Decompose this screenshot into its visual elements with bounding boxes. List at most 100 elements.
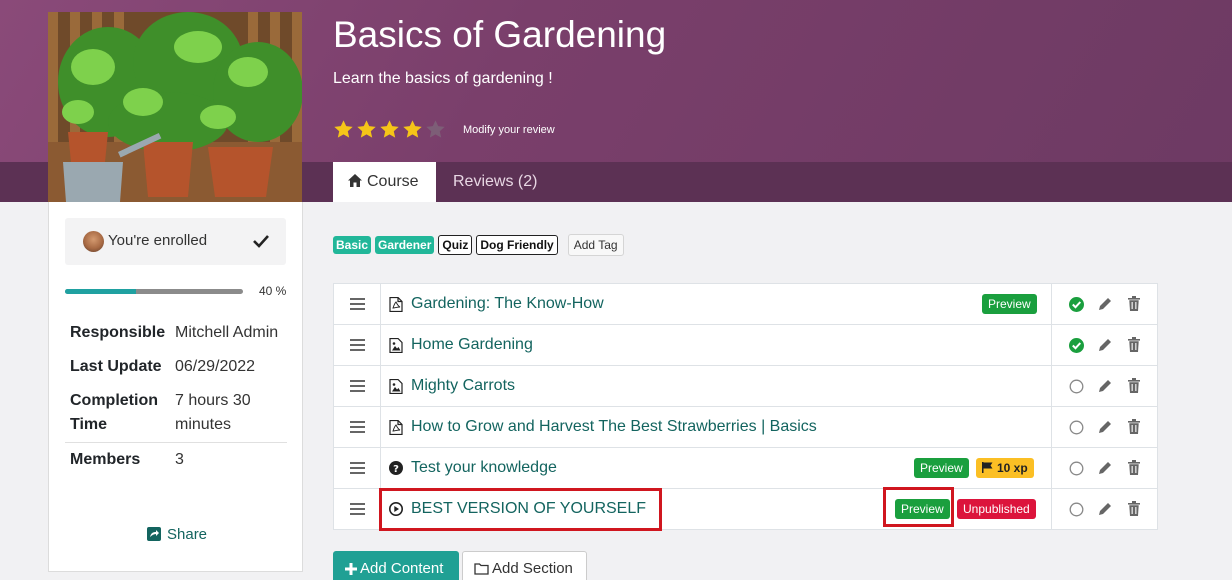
content-actions [1051, 366, 1158, 406]
info-row-responsible: Responsible Mitchell Admin [65, 316, 287, 350]
delete-trash-icon[interactable] [1128, 296, 1140, 311]
edit-pencil-icon[interactable] [1098, 297, 1112, 311]
modify-review-link[interactable]: Modify your review [463, 124, 555, 136]
plus-icon [345, 563, 357, 575]
course-cover-image [48, 12, 302, 202]
add-content-button[interactable]: Add Content [333, 551, 459, 580]
content-link[interactable]: How to Grow and Harvest The Best Strawbe… [411, 418, 817, 436]
drag-handle[interactable] [334, 448, 381, 488]
tab-reviews[interactable]: Reviews (2) [453, 162, 537, 202]
tag-badge[interactable]: Quiz [438, 235, 473, 255]
question-icon: ? [389, 461, 403, 476]
content-actions [1051, 407, 1158, 447]
add-tag-button[interactable]: Add Tag [567, 234, 624, 256]
tag-badge[interactable]: Dog Friendly [476, 235, 558, 255]
drag-handle-icon [350, 503, 365, 515]
info-row-members: Members 3 [65, 443, 287, 477]
enrolled-text: You're enrolled [108, 232, 208, 249]
info-value: 3 [175, 451, 184, 468]
tag-badge[interactable]: Gardener [375, 236, 435, 254]
content-link[interactable]: Home Gardening [411, 336, 533, 354]
tab-course-label: Course [367, 173, 419, 190]
incomplete-circle-icon[interactable] [1069, 461, 1084, 476]
info-label: Members [70, 451, 141, 468]
content-actions [1051, 325, 1158, 365]
progress-bar [65, 289, 243, 294]
svg-text:?: ? [393, 464, 399, 475]
folder-icon [474, 563, 489, 575]
info-row-last-update: Last Update 06/29/2022 [65, 350, 287, 384]
star-filled-icon[interactable] [402, 119, 423, 140]
content-row: Mighty Carrots [334, 366, 1157, 407]
course-info-table: Responsible Mitchell Admin Last Update 0… [65, 316, 287, 477]
incomplete-circle-icon[interactable] [1069, 379, 1084, 394]
content-row: How to Grow and Harvest The Best Strawbe… [334, 407, 1157, 448]
preview-badge: Preview [914, 458, 969, 478]
tab-course[interactable]: Course [333, 162, 436, 202]
content-row: ? Test your knowledge 10 xp Preview [334, 448, 1157, 489]
pdf-icon [389, 296, 403, 313]
highlight-box-title [379, 488, 662, 531]
edit-pencil-icon[interactable] [1098, 502, 1112, 516]
progress-text: 40 % [259, 284, 287, 298]
share-icon [147, 527, 161, 541]
xp-badge: 10 xp [976, 458, 1034, 478]
check-icon [253, 235, 269, 248]
edit-pencil-icon[interactable] [1098, 379, 1112, 393]
star-filled-icon[interactable] [379, 119, 400, 140]
content-actions [1051, 284, 1158, 324]
content-link[interactable]: Mighty Carrots [411, 377, 515, 395]
star-filled-icon[interactable] [356, 119, 377, 140]
content-link[interactable]: Test your knowledge [411, 459, 557, 477]
drag-handle-icon [350, 298, 365, 310]
info-value: 06/29/2022 [175, 358, 256, 375]
content-row: Gardening: The Know-How Preview [334, 284, 1157, 325]
drag-handle[interactable] [334, 284, 381, 324]
preview-badge: Preview [982, 294, 1037, 314]
drag-handle[interactable] [334, 489, 381, 529]
add-content-label: Add Content [360, 560, 444, 577]
content-link[interactable]: Gardening: The Know-How [411, 295, 604, 313]
delete-trash-icon[interactable] [1128, 501, 1140, 516]
badge-label: 10 xp [997, 461, 1028, 475]
image-icon [389, 337, 403, 354]
tag-badge[interactable]: Basic [333, 236, 372, 254]
edit-pencil-icon[interactable] [1098, 338, 1112, 352]
unpublished-badge: Unpublished [957, 499, 1036, 519]
delete-trash-icon[interactable] [1128, 337, 1140, 352]
drag-handle-icon [350, 462, 365, 474]
star-empty-icon[interactable] [425, 119, 446, 140]
flag-icon [982, 462, 993, 473]
home-icon [348, 174, 362, 187]
delete-trash-icon[interactable] [1128, 460, 1140, 475]
course-sidebar: You're enrolled 40 % Responsible Mitchel… [48, 202, 303, 572]
drag-handle[interactable] [334, 325, 381, 365]
drag-handle[interactable] [334, 407, 381, 447]
incomplete-circle-icon[interactable] [1069, 502, 1084, 517]
star-filled-icon[interactable] [333, 119, 354, 140]
badge-label: Unpublished [963, 502, 1030, 516]
completed-check-icon[interactable] [1069, 338, 1084, 353]
content-actions [1051, 489, 1158, 529]
image-icon [389, 378, 403, 395]
info-label: Responsible [70, 324, 166, 341]
drag-handle-icon [350, 421, 365, 433]
info-label: Completion Time [70, 392, 158, 433]
completed-check-icon[interactable] [1069, 297, 1084, 312]
badge-label: Preview [920, 461, 963, 475]
info-row-completion-time: Completion Time 7 hours 30 minutes [65, 384, 287, 443]
drag-handle[interactable] [334, 366, 381, 406]
course-title: Basics of Gardening [333, 14, 667, 55]
add-section-button[interactable]: Add Section [462, 551, 587, 580]
edit-pencil-icon[interactable] [1098, 420, 1112, 434]
delete-trash-icon[interactable] [1128, 419, 1140, 434]
share-button[interactable]: Share [147, 526, 207, 543]
rating-stars[interactable] [333, 119, 446, 140]
edit-pencil-icon[interactable] [1098, 461, 1112, 475]
avatar [83, 231, 104, 252]
enrolled-banner: You're enrolled [65, 218, 286, 265]
incomplete-circle-icon[interactable] [1069, 420, 1084, 435]
delete-trash-icon[interactable] [1128, 378, 1140, 393]
share-label: Share [167, 526, 208, 543]
course-subtitle: Learn the basics of gardening ! [333, 70, 553, 87]
